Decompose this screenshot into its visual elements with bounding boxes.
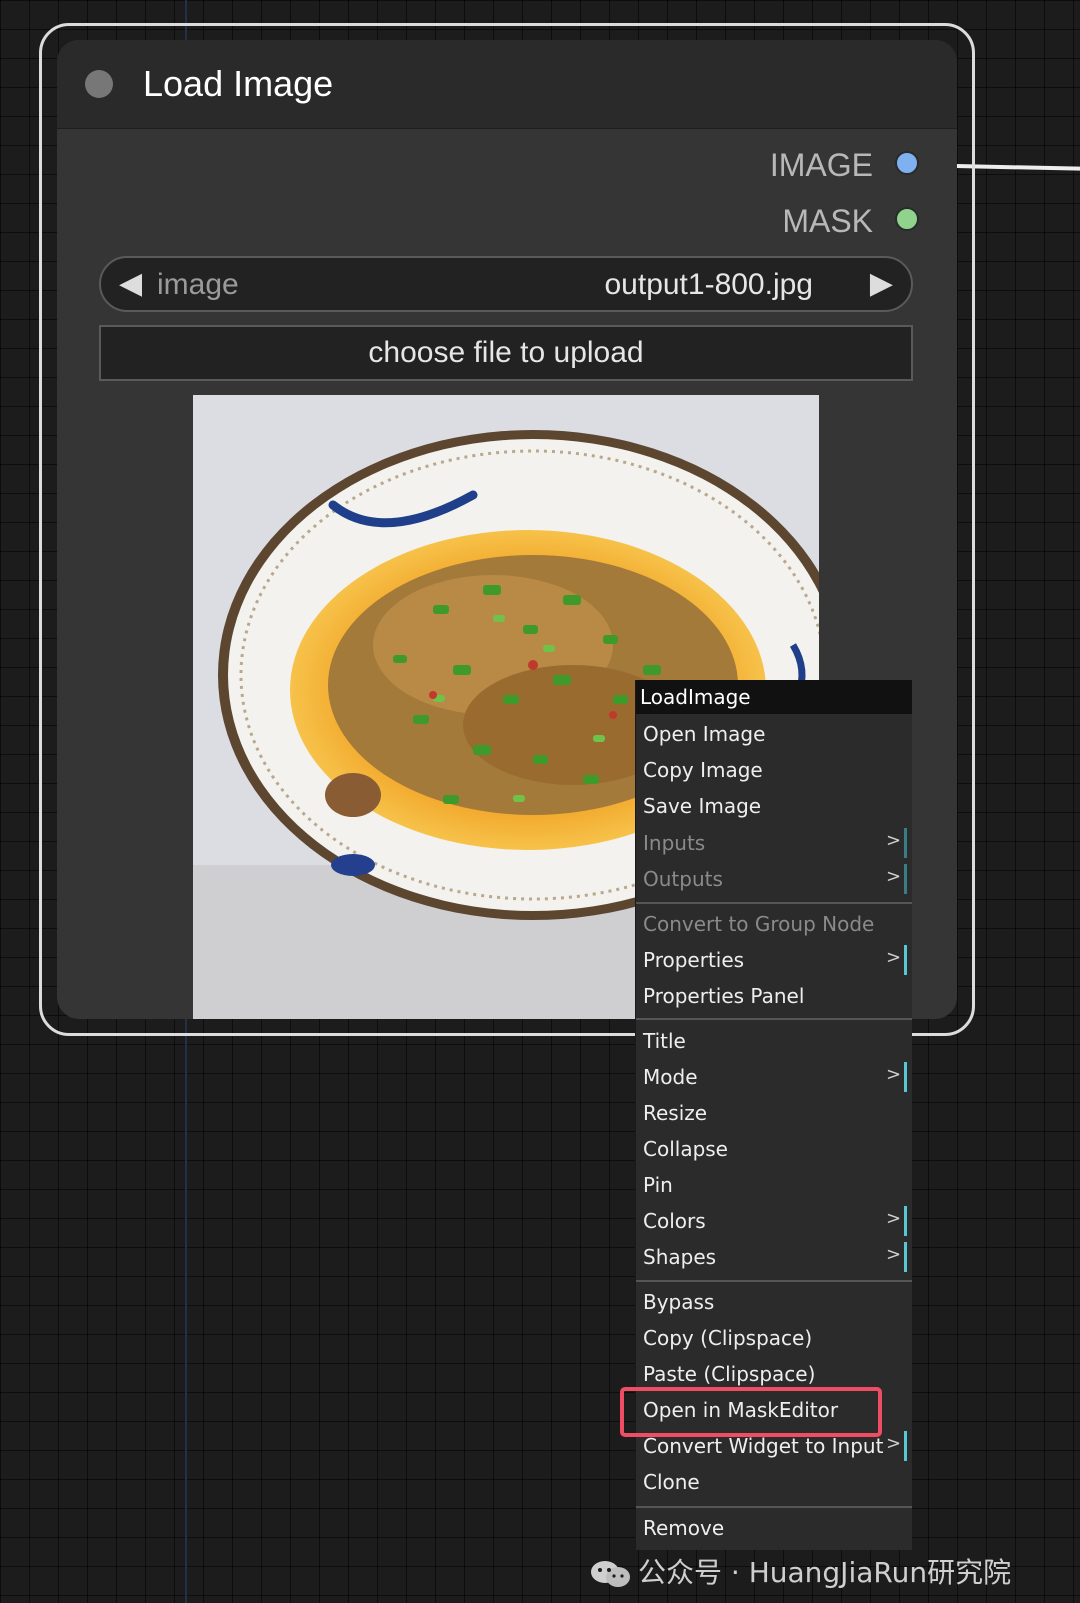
menu-separator xyxy=(636,1018,912,1020)
output-slot-image[interactable] xyxy=(895,151,919,175)
submenu-arrow-convert-widget: > xyxy=(886,1433,902,1454)
menu-item-properties-panel[interactable]: Properties Panel xyxy=(643,983,804,1009)
menu-item-resize[interactable]: Resize xyxy=(643,1100,707,1126)
submenu-arrow-inputs: > xyxy=(886,830,902,851)
menu-separator xyxy=(636,1506,912,1508)
menu-item-pin[interactable]: Pin xyxy=(643,1172,673,1198)
combo-value[interactable]: output1-800.jpg xyxy=(604,268,813,302)
watermark: 公众号 · HuangJiaRun研究院 xyxy=(590,1553,1011,1593)
menu-item-clone[interactable]: Clone xyxy=(643,1469,700,1495)
context-menu-title: LoadImage xyxy=(636,680,912,714)
submenu-indicator-mode xyxy=(904,1062,907,1092)
menu-item-collapse[interactable]: Collapse xyxy=(643,1136,728,1162)
menu-item-colors[interactable]: Colors xyxy=(643,1208,706,1234)
menu-item-shapes[interactable]: Shapes xyxy=(643,1244,716,1270)
node-header[interactable]: Load Image xyxy=(57,40,957,129)
menu-item-paste-clipspace[interactable]: Paste (Clipspace) xyxy=(643,1361,815,1387)
submenu-indicator-inputs xyxy=(904,828,907,858)
node-title: Load Image xyxy=(143,63,334,104)
submenu-indicator-colors xyxy=(904,1206,907,1236)
submenu-indicator-outputs xyxy=(904,864,907,894)
menu-separator xyxy=(636,902,912,904)
menu-item-open-image[interactable]: Open Image xyxy=(643,721,765,747)
maskeditor-highlight-box xyxy=(620,1387,882,1437)
menu-item-convert-to-group-node[interactable]: Convert to Group Node xyxy=(643,911,874,937)
submenu-arrow-mode: > xyxy=(886,1064,902,1085)
image-combo-widget[interactable]: ◀ image output1-800.jpg ▶ xyxy=(99,256,913,312)
menu-item-mode[interactable]: Mode xyxy=(643,1064,698,1090)
wechat-icon xyxy=(590,1559,632,1589)
menu-item-remove[interactable]: Remove xyxy=(643,1515,724,1541)
watermark-text: 公众号 · HuangJiaRun研究院 xyxy=(638,1556,1012,1589)
menu-item-properties[interactable]: Properties xyxy=(643,947,744,973)
combo-next-arrow[interactable]: ▶ xyxy=(870,267,893,301)
menu-item-bypass[interactable]: Bypass xyxy=(643,1289,714,1315)
combo-name: image xyxy=(157,268,239,301)
output-label-mask: MASK xyxy=(782,203,873,239)
upload-button[interactable]: choose file to upload xyxy=(99,325,913,381)
menu-item-title[interactable]: Title xyxy=(643,1028,686,1054)
output-label-image: IMAGE xyxy=(769,147,873,183)
submenu-arrow-outputs: > xyxy=(886,866,902,887)
menu-item-copy-image[interactable]: Copy Image xyxy=(643,757,763,783)
submenu-arrow-colors: > xyxy=(886,1208,902,1229)
combo-prev-arrow[interactable]: ◀ xyxy=(119,267,142,301)
submenu-indicator-convert-widget xyxy=(904,1431,907,1461)
menu-item-save-image[interactable]: Save Image xyxy=(643,793,761,819)
submenu-indicator-shapes xyxy=(904,1242,907,1272)
submenu-indicator-properties xyxy=(904,945,907,975)
menu-separator xyxy=(636,1280,912,1282)
submenu-arrow-properties: > xyxy=(886,947,902,968)
menu-item-copy-clipspace[interactable]: Copy (Clipspace) xyxy=(643,1325,812,1351)
submenu-arrow-shapes: > xyxy=(886,1244,902,1265)
menu-item-inputs[interactable]: Inputs xyxy=(643,830,705,856)
menu-item-outputs[interactable]: Outputs xyxy=(643,866,723,892)
output-slot-mask[interactable] xyxy=(895,207,919,231)
node-collapse-dot[interactable] xyxy=(85,70,113,98)
